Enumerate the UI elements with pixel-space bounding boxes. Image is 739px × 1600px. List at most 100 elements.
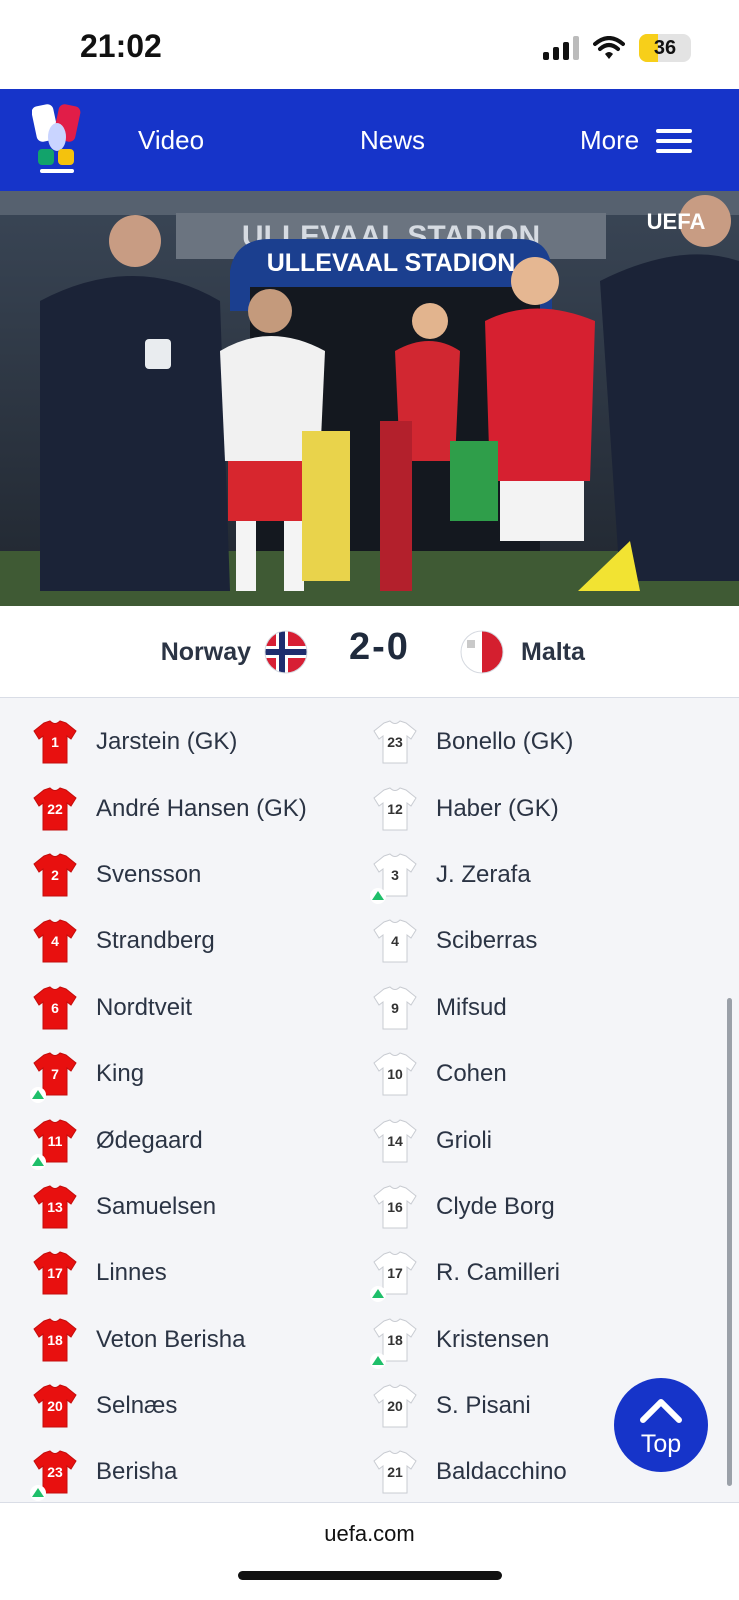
shirt-number: 17 bbox=[47, 1265, 63, 1282]
nav-news-link[interactable]: News bbox=[360, 125, 425, 156]
home-lineup: 1 Jarstein (GK) 22 André Hansen (GK) 2 Svenss… bbox=[30, 709, 370, 1506]
shirt-number: 1 bbox=[51, 734, 59, 751]
player-name: S. Pisani bbox=[436, 1392, 531, 1420]
player-name: King bbox=[96, 1060, 145, 1088]
shirt-number: 12 bbox=[387, 800, 403, 817]
player-name: Svensson bbox=[96, 860, 202, 888]
player-name: Samuelsen bbox=[96, 1192, 217, 1220]
shirt-icon: 21 bbox=[370, 1447, 420, 1497]
away-player-row[interactable]: 4 Sciberras bbox=[370, 908, 710, 974]
norway-flag-icon bbox=[264, 630, 308, 674]
scrollbar[interactable] bbox=[727, 998, 732, 1486]
browser-footer: uefa.com bbox=[0, 1502, 739, 1600]
shirt-icon: 1 bbox=[30, 717, 80, 767]
top-navigation: Video News More bbox=[0, 89, 739, 191]
scroll-to-top-button[interactable]: Top bbox=[614, 1378, 708, 1472]
shirt-icon: 13 bbox=[30, 1182, 80, 1232]
shirt-icon: 4 bbox=[30, 916, 80, 966]
shirt-icon: 17 bbox=[30, 1248, 80, 1298]
home-player-row[interactable]: 6 Nordtveit bbox=[30, 975, 370, 1041]
url-label[interactable]: uefa.com bbox=[0, 1521, 739, 1547]
shirt-icon: 18 bbox=[370, 1315, 420, 1369]
away-team-name: Malta bbox=[521, 638, 585, 666]
home-player-row[interactable]: 18 Veton Berisha bbox=[30, 1307, 370, 1373]
home-indicator[interactable] bbox=[238, 1571, 502, 1580]
player-name: Baldacchino bbox=[436, 1458, 567, 1486]
player-name: Ødegaard bbox=[96, 1126, 203, 1154]
home-player-row[interactable]: 1 Jarstein (GK) bbox=[30, 709, 370, 775]
home-player-row[interactable]: 17 Linnes bbox=[30, 1240, 370, 1306]
battery-level: 36 bbox=[653, 36, 677, 59]
hamburger-icon[interactable] bbox=[656, 129, 692, 153]
substitution-up-arrow-icon bbox=[30, 1153, 46, 1170]
player-name: Kristensen bbox=[436, 1325, 550, 1353]
player-name: Linnes bbox=[96, 1259, 167, 1287]
shirt-icon: 20 bbox=[370, 1381, 420, 1431]
shirt-icon: 12 bbox=[370, 784, 420, 834]
home-player-row[interactable]: 23 Berisha bbox=[30, 1439, 370, 1505]
shirt-number: 9 bbox=[391, 999, 399, 1016]
substitution-up-arrow-icon bbox=[30, 1485, 46, 1502]
shirt-number: 13 bbox=[47, 1198, 63, 1215]
nav-video-link[interactable]: Video bbox=[138, 125, 204, 156]
away-player-row[interactable]: 3 J. Zerafa bbox=[370, 842, 710, 908]
substitution-up-arrow-icon bbox=[370, 1352, 386, 1369]
player-name: André Hansen (GK) bbox=[96, 794, 307, 822]
shirt-number: 16 bbox=[387, 1198, 403, 1215]
player-name: Mifsud bbox=[436, 993, 507, 1021]
home-player-row[interactable]: 22 André Hansen (GK) bbox=[30, 775, 370, 841]
player-name: Grioli bbox=[436, 1126, 493, 1154]
status-time: 21:02 bbox=[80, 28, 162, 64]
shirt-number: 14 bbox=[387, 1132, 403, 1149]
shirt-icon: 17 bbox=[370, 1248, 420, 1303]
home-team-name: Norway bbox=[160, 638, 251, 666]
status-bar: 21:02 36 bbox=[0, 0, 739, 89]
match-score: 2-0 bbox=[349, 626, 410, 668]
home-player-row[interactable]: 13 Samuelsen bbox=[30, 1174, 370, 1240]
uefa-euro-logo-icon[interactable] bbox=[32, 99, 82, 179]
match-score-bar: Norway 2-0 Malta bbox=[0, 606, 739, 698]
status-icons: 36 bbox=[543, 34, 691, 62]
nav-more-link[interactable]: More bbox=[580, 125, 639, 156]
lineup-list: 1 Jarstein (GK) 22 André Hansen (GK) 2 Svenss… bbox=[0, 699, 739, 1502]
away-player-row[interactable]: 17 R. Camilleri bbox=[370, 1240, 710, 1306]
shirt-icon: 2 bbox=[30, 850, 80, 900]
shirt-icon: 3 bbox=[370, 850, 420, 904]
shirt-number: 4 bbox=[51, 933, 59, 950]
away-player-row[interactable]: 16 Clyde Borg bbox=[370, 1174, 710, 1240]
cellular-signal-icon bbox=[543, 36, 579, 60]
shirt-icon: 22 bbox=[30, 784, 80, 834]
home-player-row[interactable]: 20 Selnæs bbox=[30, 1373, 370, 1439]
home-player-row[interactable]: 2 Svensson bbox=[30, 842, 370, 908]
away-player-row[interactable]: 23 Bonello (GK) bbox=[370, 709, 710, 775]
away-player-row[interactable]: 9 Mifsud bbox=[370, 975, 710, 1041]
top-button-label: Top bbox=[640, 1430, 682, 1458]
home-player-row[interactable]: 11 Ødegaard bbox=[30, 1107, 370, 1173]
player-name: Berisha bbox=[96, 1458, 178, 1486]
shirt-icon: 4 bbox=[370, 916, 420, 966]
shirt-icon: 10 bbox=[370, 1049, 420, 1099]
away-player-row[interactable]: 14 Grioli bbox=[370, 1107, 710, 1173]
shirt-icon: 16 bbox=[370, 1182, 420, 1232]
player-name: Sciberras bbox=[436, 927, 538, 955]
player-name: R. Camilleri bbox=[436, 1259, 561, 1287]
away-player-row[interactable]: 10 Cohen bbox=[370, 1041, 710, 1107]
home-player-row[interactable]: 7 King bbox=[30, 1041, 370, 1107]
player-name: Strandberg bbox=[96, 927, 215, 955]
player-name: Selnæs bbox=[96, 1392, 178, 1420]
home-player-row[interactable]: 4 Strandberg bbox=[30, 908, 370, 974]
away-player-row[interactable]: 18 Kristensen bbox=[370, 1307, 710, 1373]
wifi-icon bbox=[593, 36, 625, 59]
player-name: Nordtveit bbox=[96, 993, 193, 1021]
shirt-icon: 23 bbox=[30, 1447, 80, 1502]
chevron-up-icon bbox=[640, 1399, 682, 1423]
shirt-icon: 9 bbox=[370, 983, 420, 1033]
shirt-number: 20 bbox=[47, 1398, 63, 1415]
video-player[interactable]: ULLEVAAL STADION ULLEVAAL STADION UEFA bbox=[0, 191, 739, 606]
player-name: Jarstein (GK) bbox=[96, 728, 238, 756]
shirt-number: 23 bbox=[387, 734, 403, 751]
shirt-number: 22 bbox=[47, 800, 63, 817]
video-frame: ULLEVAAL STADION ULLEVAAL STADION UEFA bbox=[0, 191, 739, 606]
shirt-number: 21 bbox=[387, 1464, 403, 1481]
away-player-row[interactable]: 12 Haber (GK) bbox=[370, 775, 710, 841]
